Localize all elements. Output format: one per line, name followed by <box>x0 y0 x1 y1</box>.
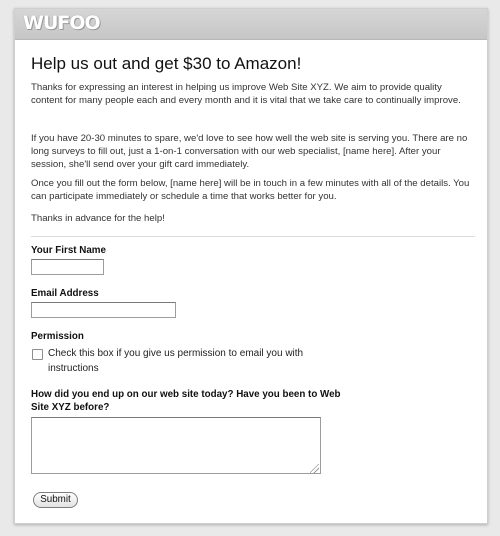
source-textarea[interactable] <box>31 417 321 474</box>
intro-paragraph-1: Thanks for expressing an interest in hel… <box>31 82 461 106</box>
permission-checkbox[interactable] <box>32 349 43 360</box>
submit-button[interactable]: Submit <box>33 492 78 508</box>
first-name-label: Your First Name <box>31 245 106 256</box>
intro-paragraph-2: If you have 20-30 minutes to spare, we'd… <box>31 133 468 170</box>
section-divider <box>31 236 475 237</box>
permission-label: Permission <box>31 331 84 342</box>
form-content: Help us out and get $30 to Amazon! Thank… <box>31 53 475 508</box>
source-question-label: How did you end up on our web site today… <box>31 389 341 413</box>
wufoo-logo: WUFOO <box>23 12 101 34</box>
header-bar: WUFOO <box>15 9 487 40</box>
permission-checkbox-text[interactable]: Check this box if you give us permission… <box>48 346 313 376</box>
form-window: WUFOO Help us out and get $30 to Amazon!… <box>14 8 488 524</box>
email-input[interactable] <box>31 302 176 318</box>
intro-paragraph-4: Thanks in advance for the help! <box>31 213 165 224</box>
resize-grip-icon[interactable] <box>310 464 319 473</box>
first-name-input[interactable] <box>31 259 104 275</box>
form-title: Help us out and get $30 to Amazon! <box>31 54 302 73</box>
intro-paragraph-3: Once you fill out the form below, [name … <box>31 178 470 202</box>
email-label: Email Address <box>31 288 99 299</box>
